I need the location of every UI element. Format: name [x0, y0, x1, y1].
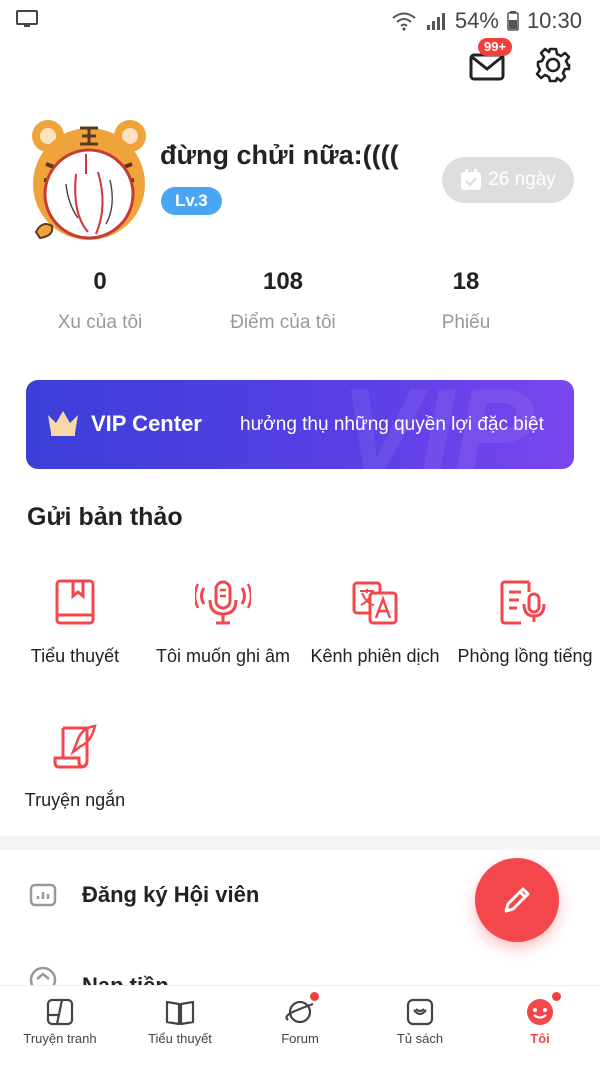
battery-icon [507, 11, 519, 31]
gear-icon[interactable] [534, 46, 572, 84]
tool-dubbing[interactable]: Phòng lồng tiếng [450, 578, 600, 667]
stat-tickets[interactable]: 18 Phiếu [383, 268, 549, 334]
stat-points[interactable]: 108 Điểm của tôi [183, 268, 383, 334]
wifi-icon [392, 12, 416, 31]
crown-icon [48, 411, 78, 436]
vip-title: VIP Center [91, 411, 202, 436]
battery-percent: 54% [454, 8, 499, 33]
tab-label: Truyện tranh [23, 1031, 97, 1046]
checkin-button[interactable]: 26 ngày [442, 157, 574, 203]
stat-label: Phiếu [441, 312, 491, 333]
tool-label: Truyện ngắn [24, 790, 126, 810]
stat-coins[interactable]: 0 Xu của tôi [17, 268, 183, 334]
microphone-icon [195, 580, 251, 625]
scroll-quill-icon [53, 724, 97, 769]
section-divider [0, 836, 600, 850]
notification-dot [552, 992, 561, 1001]
translate-icon [352, 581, 398, 625]
bookshelf-icon [406, 998, 434, 1026]
stat-label: Xu của tôi [57, 312, 143, 333]
tool-record[interactable]: Tôi muốn ghi âm [148, 578, 298, 667]
smiley-icon [527, 999, 553, 1025]
stats-row: 0 Xu của tôi 108 Điểm của tôi 18 Phiếu [0, 268, 600, 334]
book-icon [55, 579, 95, 625]
tab-label: Tủ sách [396, 1031, 444, 1046]
tool-label: Phòng lồng tiếng [457, 646, 593, 666]
stat-value: 108 [262, 268, 304, 295]
open-book-icon [165, 1000, 195, 1026]
avatar[interactable] [26, 114, 156, 244]
notification-dot [310, 992, 319, 1001]
section-title: Gửi bản thảo [27, 503, 183, 531]
tool-label: Tôi muốn ghi âm [155, 646, 291, 666]
tab-label: Tiểu thuyết [148, 1031, 212, 1046]
vip-subtitle: hưởng thụ những quyền lợi đặc biệt [240, 414, 544, 435]
planet-icon [285, 1000, 314, 1024]
tool-label: Tiểu thuyết [30, 646, 120, 666]
clock: 10:30 [526, 8, 582, 33]
menu-label: Đăng ký Hội viên [82, 882, 260, 907]
comic-icon [46, 998, 74, 1026]
chart-icon [29, 883, 57, 907]
signal-icon [426, 13, 445, 30]
compose-fab[interactable] [475, 858, 559, 942]
tab-novel[interactable]: Tiểu thuyết [120, 986, 240, 1067]
tool-novel[interactable]: Tiểu thuyết [0, 578, 150, 667]
username: đừng chửi nữa:(((( [160, 140, 399, 170]
tab-me[interactable]: Tôi [480, 986, 600, 1067]
tab-forum[interactable]: Forum [240, 986, 360, 1067]
tab-label: Forum [281, 1031, 319, 1046]
tool-translate[interactable]: Kênh phiên dịch [300, 578, 450, 667]
stat-value: 0 [93, 268, 107, 295]
vip-center-banner[interactable]: VIP VIP Center hưởng thụ những quyền lợi… [26, 380, 574, 469]
tab-bookshelf[interactable]: Tủ sách [360, 986, 480, 1067]
tool-label: Kênh phiên dịch [310, 646, 440, 666]
menu-row-membership[interactable]: Đăng ký Hội viên [28, 880, 259, 910]
bottom-tab-bar: Truyện tranh Tiểu thuyết Forum Tủ sách T… [0, 985, 600, 1067]
checkin-days: 26 ngày [488, 169, 556, 190]
menu-label: Nạp tiền [82, 973, 169, 985]
tool-short-story[interactable]: Truyện ngắn [0, 722, 150, 811]
level-badge: Lv.3 [161, 187, 222, 215]
stat-value: 18 [452, 268, 480, 295]
mail-badge: 99+ [478, 38, 513, 56]
calendar-check-icon [461, 169, 482, 190]
pencil-icon [504, 887, 530, 913]
screen-icon [16, 10, 38, 33]
tab-label: Tôi [530, 1031, 550, 1046]
stat-label: Điểm của tôi [230, 312, 336, 333]
tab-comic[interactable]: Truyện tranh [0, 986, 120, 1067]
status-bar: 54% 10:30 [0, 0, 600, 42]
dubbing-icon [500, 580, 546, 625]
menu-row-recharge[interactable]: Nạp tiền [28, 965, 169, 985]
recharge-icon [29, 966, 57, 985]
